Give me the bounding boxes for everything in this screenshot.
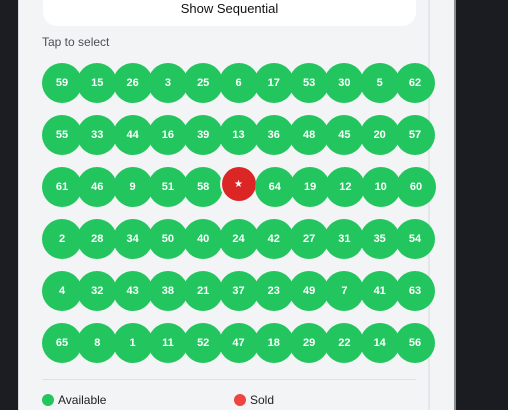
number-ball[interactable]: 64 (254, 167, 295, 207)
show-sequential-button[interactable]: Show Sequential (43, 0, 416, 26)
number-ball[interactable]: 26 (112, 63, 153, 103)
legend-sold: Sold (234, 393, 274, 407)
window-frame (0, 0, 18, 410)
scrollbar[interactable] (454, 0, 456, 410)
number-ball[interactable]: 33 (77, 115, 118, 155)
number-ball[interactable]: 52 (183, 323, 224, 363)
number-ball[interactable]: 44 (112, 115, 153, 155)
number-ball[interactable]: 43 (112, 271, 153, 311)
number-ball[interactable]: 48 (289, 115, 330, 155)
number-ball[interactable]: 54 (395, 219, 435, 259)
number-grid: 59 15 26 3 25 6 17 53 30 5 62 55 33 44 16 39 13 36 48 45 20 5… (42, 63, 436, 375)
number-ball[interactable]: 49 (289, 271, 330, 311)
number-ball[interactable]: 4 (42, 271, 82, 311)
number-ball[interactable]: 65 (42, 323, 82, 363)
number-ball[interactable]: 16 (147, 115, 188, 155)
number-ball[interactable]: 1 (112, 323, 153, 363)
number-ball[interactable]: 55 (42, 115, 82, 155)
number-ball[interactable]: 39 (183, 115, 224, 155)
number-ball[interactable]: 11 (147, 323, 188, 363)
number-ball[interactable]: 59 (42, 63, 82, 103)
number-ball[interactable]: 58 (183, 167, 224, 207)
number-ball[interactable]: 34 (112, 219, 153, 259)
number-ball[interactable]: 13 (218, 115, 259, 155)
number-ball[interactable]: 5 (359, 63, 400, 103)
number-ball[interactable]: 60 (396, 167, 436, 207)
number-ball[interactable]: 42 (253, 219, 294, 259)
number-ball[interactable]: 41 (359, 271, 400, 311)
number-ball[interactable]: 29 (289, 323, 330, 363)
number-ball[interactable]: 28 (77, 219, 118, 259)
number-ball[interactable]: 9 (112, 167, 153, 207)
number-ball[interactable]: 18 (253, 323, 294, 363)
number-ball[interactable]: 36 (253, 115, 294, 155)
number-ball[interactable]: 8 (77, 323, 118, 363)
number-ball[interactable]: 51 (147, 167, 188, 207)
number-ball[interactable]: 62 (395, 63, 435, 103)
number-ball[interactable]: 50 (147, 219, 188, 259)
number-ball[interactable]: 46 (77, 167, 118, 207)
number-ball[interactable]: 20 (359, 115, 400, 155)
number-ball[interactable]: 23 (253, 271, 294, 311)
number-ball[interactable]: 27 (289, 219, 330, 259)
number-ball[interactable]: 17 (253, 63, 294, 103)
number-ball[interactable]: 37 (218, 271, 259, 311)
number-ball[interactable]: 35 (359, 219, 400, 259)
number-ball[interactable]: 56 (395, 323, 435, 363)
number-ball[interactable]: 14 (359, 323, 400, 363)
number-ball[interactable]: 24 (218, 219, 259, 259)
tap-to-select-hint: Tap to select (42, 35, 110, 49)
number-ball[interactable]: 57 (395, 115, 435, 155)
number-ball[interactable]: 15 (77, 63, 118, 103)
legend-sold-label: Sold (250, 393, 275, 407)
legend-divider (42, 379, 416, 380)
number-ball[interactable]: 22 (324, 323, 365, 363)
number-ball[interactable]: 47 (218, 323, 259, 363)
number-ball[interactable]: 63 (395, 271, 435, 311)
number-ball[interactable]: 19 (290, 167, 331, 207)
sold-dot-icon (234, 394, 246, 406)
number-ball[interactable]: 25 (183, 63, 224, 103)
ball-row: 2 28 34 50 40 24 42 27 31 35 54 (42, 219, 435, 271)
number-ball[interactable]: 61 (42, 167, 82, 207)
number-ball[interactable]: 45 (324, 115, 365, 155)
ball-row: 4 32 43 38 21 37 23 49 7 41 63 (42, 271, 435, 323)
available-dot-icon (42, 394, 54, 406)
number-ball[interactable]: 31 (324, 219, 365, 259)
ball-row: 55 33 44 16 39 13 36 48 45 20 57 (42, 115, 435, 167)
legend-available: Available (42, 393, 106, 407)
number-ball[interactable]: 2 (42, 219, 82, 259)
number-ball[interactable]: 30 (324, 63, 365, 103)
ball-row: 61 46 9 51 58 ★ 64 19 12 10 60 (42, 167, 436, 219)
ball-row: 65 8 1 11 52 47 18 29 22 14 56 (42, 323, 435, 375)
number-ball[interactable]: 12 (325, 167, 366, 207)
number-ball[interactable]: 21 (183, 271, 224, 311)
number-ball[interactable]: 32 (77, 271, 118, 311)
number-ball[interactable]: 38 (147, 271, 188, 311)
number-ball[interactable]: 53 (289, 63, 330, 103)
sold-ball[interactable]: ★ (221, 167, 256, 201)
number-ball[interactable]: 3 (147, 63, 188, 103)
number-ball[interactable]: 7 (324, 271, 365, 311)
ball-row: 59 15 26 3 25 6 17 53 30 5 62 (42, 63, 435, 115)
legend-available-label: Available (58, 393, 107, 407)
number-ball[interactable]: 10 (360, 167, 401, 207)
number-ball[interactable]: 6 (218, 63, 259, 103)
number-ball[interactable]: 40 (183, 219, 224, 259)
